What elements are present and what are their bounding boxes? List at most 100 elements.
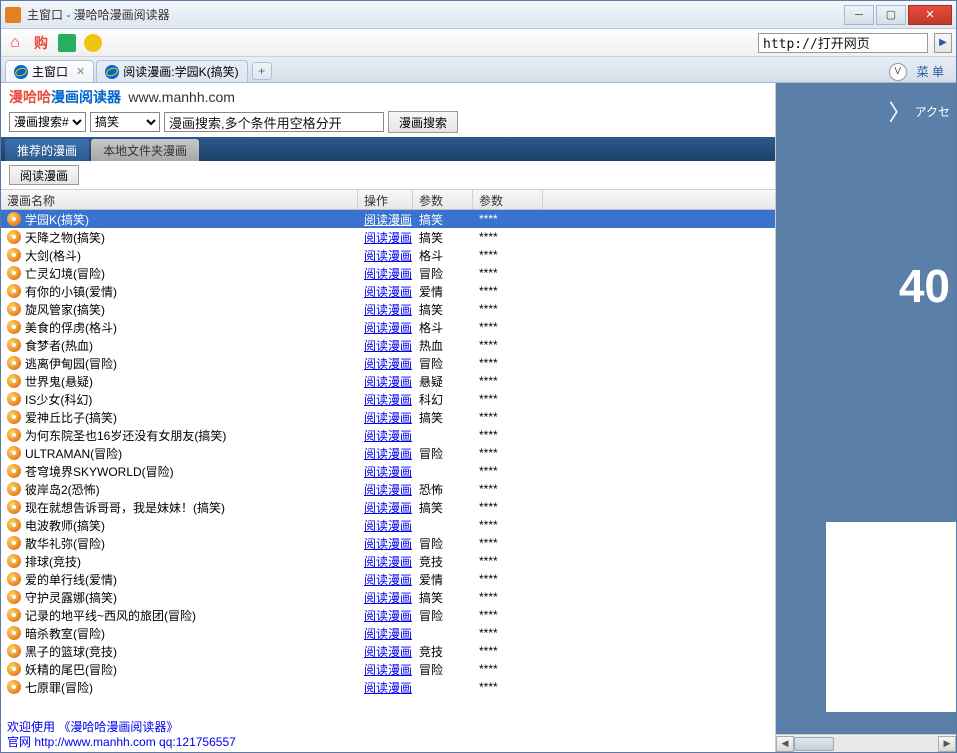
menu-button[interactable]: 菜 单 (913, 61, 948, 82)
smiley-icon[interactable] (83, 33, 103, 53)
side-header-text: アクセ (915, 103, 950, 120)
scroll-right-button[interactable]: ▶ (938, 736, 956, 752)
read-link[interactable]: 阅读漫画 (358, 499, 413, 516)
search-button[interactable]: 漫画搜索 (388, 111, 458, 133)
read-link[interactable]: 阅读漫画 (358, 355, 413, 372)
home-icon[interactable]: ⌂ (5, 33, 25, 53)
read-link[interactable]: 阅读漫画 (358, 589, 413, 606)
table-row[interactable]: 七原罪(冒险)阅读漫画**** (1, 678, 775, 696)
table-row[interactable]: ULTRAMAN(冒险)阅读漫画冒险**** (1, 444, 775, 462)
th-action[interactable]: 操作 (358, 190, 413, 209)
table-row[interactable]: 亡灵幻境(冒险)阅读漫画冒险**** (1, 264, 775, 282)
table-row[interactable]: 旋风管家(搞笑)阅读漫画搞笑**** (1, 300, 775, 318)
th-param1[interactable]: 参数 (413, 190, 473, 209)
table-row[interactable]: 现在就想告诉哥哥，我是妹妹！(搞笑)阅读漫画搞笑**** (1, 498, 775, 516)
table-row[interactable]: 散华礼弥(冒险)阅读漫画冒险**** (1, 534, 775, 552)
side-header[interactable]: 〉 アクセ (776, 83, 956, 139)
category-cell: 爱情 (413, 571, 473, 588)
tab-recommended[interactable]: 推荐的漫画 (5, 139, 89, 161)
read-link[interactable]: 阅读漫画 (358, 481, 413, 498)
disc-icon (7, 248, 21, 262)
read-link[interactable]: 阅读漫画 (358, 445, 413, 462)
read-link[interactable]: 阅读漫画 (358, 571, 413, 588)
comic-name: 逃离伊甸园(冒险) (25, 355, 117, 372)
read-link[interactable]: 阅读漫画 (358, 283, 413, 300)
read-link[interactable]: 阅读漫画 (358, 211, 413, 228)
read-link[interactable]: 阅读漫画 (358, 373, 413, 390)
footer-line1[interactable]: 欢迎使用 《漫哈哈漫画阅读器》 (7, 720, 769, 735)
th-name[interactable]: 漫画名称 (1, 190, 358, 209)
table-row[interactable]: 苍穹境界SKYWORLD(冒险)阅读漫画**** (1, 462, 775, 480)
table-row[interactable]: 学园K(搞笑)阅读漫画搞笑**** (1, 210, 775, 228)
search-type-select[interactable]: 漫画搜索# (9, 112, 86, 132)
read-link[interactable]: 阅读漫画 (358, 643, 413, 660)
table-row[interactable]: 记录的地平线~西风的旅团(冒险)阅读漫画冒险**** (1, 606, 775, 624)
add-tab-button[interactable]: + (252, 62, 272, 80)
search-category-select[interactable]: 搞笑 (90, 112, 160, 132)
close-tab-icon[interactable]: ✕ (76, 65, 85, 78)
read-link[interactable]: 阅读漫画 (358, 229, 413, 246)
stars-cell: **** (473, 482, 543, 496)
tab-main-window[interactable]: 主窗口 ✕ (5, 60, 94, 82)
table-row[interactable]: 有你的小镇(爱情)阅读漫画爱情**** (1, 282, 775, 300)
tab-local-folder[interactable]: 本地文件夹漫画 (91, 139, 199, 161)
scroll-thumb[interactable] (794, 737, 834, 751)
table-row[interactable]: 为何东院圣也16岁还没有女朋友(搞笑)阅读漫画**** (1, 426, 775, 444)
table-row[interactable]: 彼岸岛2(恐怖)阅读漫画恐怖**** (1, 480, 775, 498)
read-link[interactable]: 阅读漫画 (358, 553, 413, 570)
read-link[interactable]: 阅读漫画 (358, 535, 413, 552)
read-link[interactable]: 阅读漫画 (358, 427, 413, 444)
disc-icon (7, 374, 21, 388)
table-row[interactable]: 美食的俘虏(格斗)阅读漫画格斗**** (1, 318, 775, 336)
table-row[interactable]: 黑子的篮球(竞技)阅读漫画竞技**** (1, 642, 775, 660)
search-input[interactable] (164, 112, 384, 132)
scroll-track[interactable] (794, 736, 938, 752)
horizontal-scrollbar[interactable]: ◀ ▶ (776, 734, 956, 752)
read-link[interactable]: 阅读漫画 (358, 301, 413, 318)
app-window: 主窗口 - 漫哈哈漫画阅读器 ─ ▢ ✕ ⌂ 购 ▶ 主窗口 ✕ 阅读漫画:学园… (0, 0, 957, 753)
table-row[interactable]: 逃离伊甸园(冒险)阅读漫画冒险**** (1, 354, 775, 372)
tab-reader[interactable]: 阅读漫画:学园K(搞笑) (96, 60, 247, 82)
close-button[interactable]: ✕ (908, 5, 952, 25)
table-row[interactable]: 守护灵露娜(搞笑)阅读漫画搞笑**** (1, 588, 775, 606)
maximize-button[interactable]: ▢ (876, 5, 906, 25)
table-row[interactable]: 电波教师(搞笑)阅读漫画**** (1, 516, 775, 534)
read-link[interactable]: 阅读漫画 (358, 661, 413, 678)
minimize-button[interactable]: ─ (844, 5, 874, 25)
read-link[interactable]: 阅读漫画 (358, 607, 413, 624)
table-row[interactable]: IS少女(科幻)阅读漫画科幻**** (1, 390, 775, 408)
table-body[interactable]: 学园K(搞笑)阅读漫画搞笑****天降之物(搞笑)阅读漫画搞笑****大剑(格斗… (1, 210, 775, 718)
scroll-left-button[interactable]: ◀ (776, 736, 794, 752)
go-button[interactable]: ▶ (934, 33, 952, 53)
read-link[interactable]: 阅读漫画 (358, 679, 413, 696)
read-link[interactable]: 阅读漫画 (358, 409, 413, 426)
read-link[interactable]: 阅读漫画 (358, 265, 413, 282)
url-input[interactable] (758, 33, 928, 53)
table-row[interactable]: 大剑(格斗)阅读漫画格斗**** (1, 246, 775, 264)
read-link[interactable]: 阅读漫画 (358, 625, 413, 642)
table-row[interactable]: 排球(竞技)阅读漫画竞技**** (1, 552, 775, 570)
buy-button[interactable]: 购 (31, 33, 51, 53)
read-link[interactable]: 阅读漫画 (358, 337, 413, 354)
category-cell: 恐怖 (413, 481, 473, 498)
titlebar[interactable]: 主窗口 - 漫哈哈漫画阅读器 ─ ▢ ✕ (1, 1, 956, 29)
stars-cell: **** (473, 320, 543, 334)
th-param2[interactable]: 参数 (473, 190, 543, 209)
read-link[interactable]: 阅读漫画 (358, 391, 413, 408)
table-row[interactable]: 食梦者(热血)阅读漫画热血**** (1, 336, 775, 354)
read-comic-button[interactable]: 阅读漫画 (9, 165, 79, 185)
v-icon[interactable]: V (889, 63, 907, 81)
table-row[interactable]: 爱的单行线(爱情)阅读漫画爱情**** (1, 570, 775, 588)
read-link[interactable]: 阅读漫画 (358, 463, 413, 480)
table-row[interactable]: 爱神丘比子(搞笑)阅读漫画搞笑**** (1, 408, 775, 426)
table-row[interactable]: 妖精的尾巴(冒险)阅读漫画冒险**** (1, 660, 775, 678)
disc-icon (7, 338, 21, 352)
read-link[interactable]: 阅读漫画 (358, 517, 413, 534)
table-row[interactable]: 世界鬼(悬疑)阅读漫画悬疑**** (1, 372, 775, 390)
app-square-icon[interactable] (57, 33, 77, 53)
table-row[interactable]: 暗杀教室(冒险)阅读漫画**** (1, 624, 775, 642)
read-link[interactable]: 阅读漫画 (358, 319, 413, 336)
read-link[interactable]: 阅读漫画 (358, 247, 413, 264)
table-row[interactable]: 天降之物(搞笑)阅读漫画搞笑**** (1, 228, 775, 246)
footer-line2[interactable]: 官网 http://www.manhh.com qq:121756557 (7, 735, 769, 750)
